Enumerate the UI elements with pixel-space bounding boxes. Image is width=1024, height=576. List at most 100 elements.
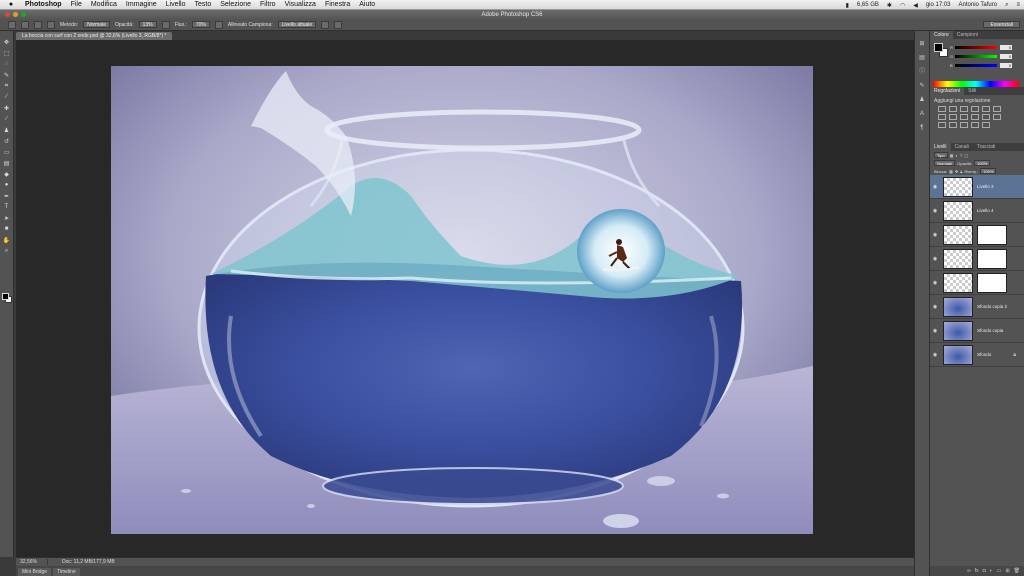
tab-swatches[interactable]: Campioni [953, 31, 982, 39]
menu-help[interactable]: Aiuto [359, 1, 375, 8]
blue-slider[interactable] [955, 64, 997, 67]
eye-icon[interactable]: ◉ [930, 304, 940, 310]
path-select-tool-icon[interactable]: ➤ [2, 213, 12, 223]
volume-icon[interactable]: ◀ [913, 2, 918, 9]
character-icon[interactable]: A [917, 109, 927, 119]
zoom-level-field[interactable]: 32,56% [16, 559, 48, 565]
layer-row[interactable]: ◉ Sfondo 🔒︎ [930, 343, 1024, 367]
pressure-size-icon[interactable] [334, 20, 343, 29]
user-name[interactable]: Antonio Tafuro [959, 2, 998, 8]
layer-mask-thumbnail[interactable] [977, 224, 1007, 245]
workspace-select[interactable]: Essenziali [983, 21, 1020, 28]
marquee-tool-icon[interactable]: ⬚ [2, 48, 12, 58]
lock-pixels-icon[interactable]: ▦ [949, 169, 953, 174]
aligned-checkbox-label[interactable]: Allineato Campiona: [228, 22, 273, 28]
zoom-tool-icon[interactable]: ⌕ [2, 246, 12, 256]
clone-source-icon[interactable] [47, 20, 55, 29]
brush-preset-icon[interactable] [21, 20, 29, 29]
clock[interactable]: gio 17:03 [926, 2, 951, 8]
quick-select-tool-icon[interactable]: ✎ [2, 70, 12, 80]
blue-value[interactable]: 0 [1000, 63, 1012, 68]
clone-stamp-tool-icon[interactable]: ♟ [2, 125, 12, 135]
color-lookup-icon[interactable] [993, 114, 1001, 120]
layer-mask-thumbnail[interactable] [977, 248, 1007, 269]
tab-channels[interactable]: Canali [951, 143, 973, 151]
layer-kind-filter[interactable]: Tipo [934, 152, 948, 158]
eye-icon[interactable]: ◉ [930, 280, 940, 286]
filter-shape-icon[interactable]: ▢ [964, 153, 968, 158]
clone-stamp-tool-icon[interactable] [8, 20, 16, 29]
close-icon[interactable] [5, 12, 10, 17]
minimize-icon[interactable] [13, 12, 18, 17]
tab-adjustments[interactable]: Regolazioni [930, 87, 965, 95]
history-brush-tool-icon[interactable]: ↺ [2, 136, 12, 146]
menu-filter[interactable]: Filtro [260, 1, 276, 8]
blur-tool-icon[interactable]: ◆ [2, 169, 12, 179]
menu-layer[interactable]: Livello [166, 1, 186, 8]
clone-source-icon[interactable]: ♟ [917, 95, 927, 105]
red-value[interactable]: 0 [1000, 45, 1012, 50]
green-value[interactable]: 0 [1000, 54, 1012, 59]
type-tool-icon[interactable]: T [2, 202, 12, 212]
menu-select[interactable]: Selezione [220, 1, 251, 8]
new-layer-icon[interactable]: ⊞ [1005, 568, 1009, 574]
posterize-icon[interactable] [949, 122, 957, 128]
mask-icon[interactable]: ◘ [983, 568, 986, 574]
eye-icon[interactable]: ◉ [930, 328, 940, 334]
black-white-icon[interactable] [960, 114, 968, 120]
threshold-icon[interactable] [960, 122, 968, 128]
filter-adjustment-icon[interactable]: ◐ [955, 153, 957, 158]
filter-type-icon[interactable]: T [960, 153, 962, 158]
brush-panel-icon[interactable]: ✎ [917, 81, 927, 91]
eraser-tool-icon[interactable]: ▭ [2, 147, 12, 157]
crop-tool-icon[interactable]: ⌗ [2, 81, 12, 91]
eye-icon[interactable]: ◉ [930, 352, 940, 358]
dodge-tool-icon[interactable]: ● [2, 180, 12, 190]
layer-row[interactable]: ◉ Sfondo copia 2 [930, 295, 1024, 319]
apple-icon[interactable]: ● [6, 1, 16, 8]
hue-saturation-icon[interactable] [938, 114, 946, 120]
sample-select[interactable]: Livello attuale [277, 21, 317, 28]
fill-field[interactable]: 100% [980, 168, 997, 174]
foreground-color-swatch[interactable] [2, 293, 9, 300]
tab-styles[interactable]: Stili [964, 87, 980, 95]
properties-icon[interactable]: ▤ [917, 53, 927, 63]
info-icon[interactable]: ⓘ [917, 67, 927, 77]
exposure-icon[interactable] [971, 106, 979, 112]
layer-row[interactable]: ◉ Sfondo copia [930, 319, 1024, 343]
notification-icon[interactable]: ≡ [1016, 2, 1020, 8]
menu-app[interactable]: Photoshop [25, 1, 62, 8]
healing-brush-tool-icon[interactable]: ✚ [2, 103, 12, 113]
gradient-tool-icon[interactable]: ▤ [2, 158, 12, 168]
color-balance-icon[interactable] [949, 114, 957, 120]
selective-color-icon[interactable] [971, 122, 979, 128]
move-tool-icon[interactable]: ✥ [2, 37, 12, 47]
mode-select[interactable]: Normale [83, 21, 110, 28]
flow-field[interactable]: 70% [191, 21, 210, 28]
color-spectrum[interactable] [933, 81, 1019, 87]
filter-pixel-icon[interactable]: ▦ [950, 153, 954, 158]
menu-image[interactable]: Immagine [126, 1, 157, 8]
menu-file[interactable]: File [71, 1, 82, 8]
zoom-icon[interactable] [21, 12, 26, 17]
ignore-adjustment-icon[interactable] [321, 20, 330, 29]
layer-mask-thumbnail[interactable] [977, 272, 1007, 293]
menu-type[interactable]: Testo [195, 1, 212, 8]
lasso-tool-icon[interactable]: ◌ [2, 59, 12, 69]
lock-position-icon[interactable]: ✥ [955, 169, 958, 174]
tab-timeline[interactable]: Timeline [53, 568, 80, 576]
canvas-area[interactable] [16, 40, 914, 557]
layer-row[interactable]: ◉ [930, 223, 1024, 247]
shape-tool-icon[interactable]: ■ [2, 224, 12, 234]
fx-icon[interactable]: fx [975, 568, 979, 574]
airbrush-icon[interactable] [214, 20, 223, 29]
color-fg-bg[interactable] [934, 43, 948, 57]
eye-icon[interactable]: ◉ [930, 208, 940, 214]
bluetooth-icon[interactable]: ✱ [887, 2, 892, 9]
eyedropper-tool-icon[interactable]: ⁄ [2, 92, 12, 102]
opacity-field[interactable]: 13% [138, 21, 157, 28]
layer-row[interactable]: ◉ [930, 247, 1024, 271]
curves-icon[interactable] [960, 106, 968, 112]
layer-row[interactable]: ◉ Livello 3 [930, 175, 1024, 199]
wifi-icon[interactable]: ◠ [900, 2, 905, 9]
